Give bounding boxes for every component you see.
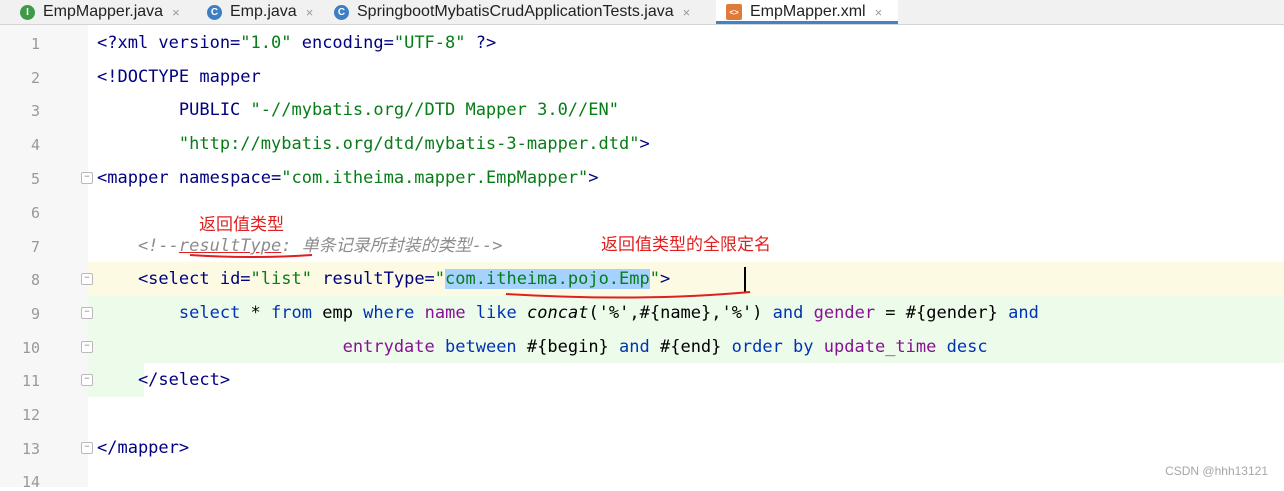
underline-emp-class <box>505 291 751 299</box>
underline-result-type <box>189 254 313 258</box>
watermark: CSDN @hhh13121 <box>1165 464 1268 478</box>
annotation-overlay <box>189 254 751 299</box>
